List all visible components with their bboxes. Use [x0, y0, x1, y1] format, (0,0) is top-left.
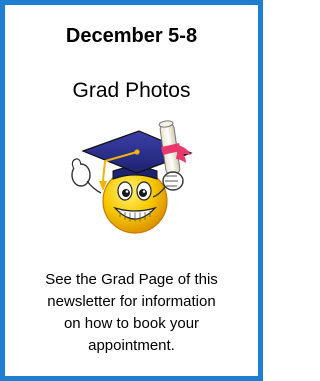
- event-title: Grad Photos: [72, 79, 191, 102]
- notice-card: December 5-8 Grad Photos See the Grad Pa…: [0, 0, 263, 381]
- date-heading: December 5-8: [65, 25, 198, 47]
- graduate-smiley-icon: [71, 120, 193, 234]
- left-hand-icon: [71, 158, 102, 194]
- diploma-scroll-icon: [158, 120, 191, 176]
- booking-info-text: See the Grad Page of this newsletter for…: [45, 271, 218, 354]
